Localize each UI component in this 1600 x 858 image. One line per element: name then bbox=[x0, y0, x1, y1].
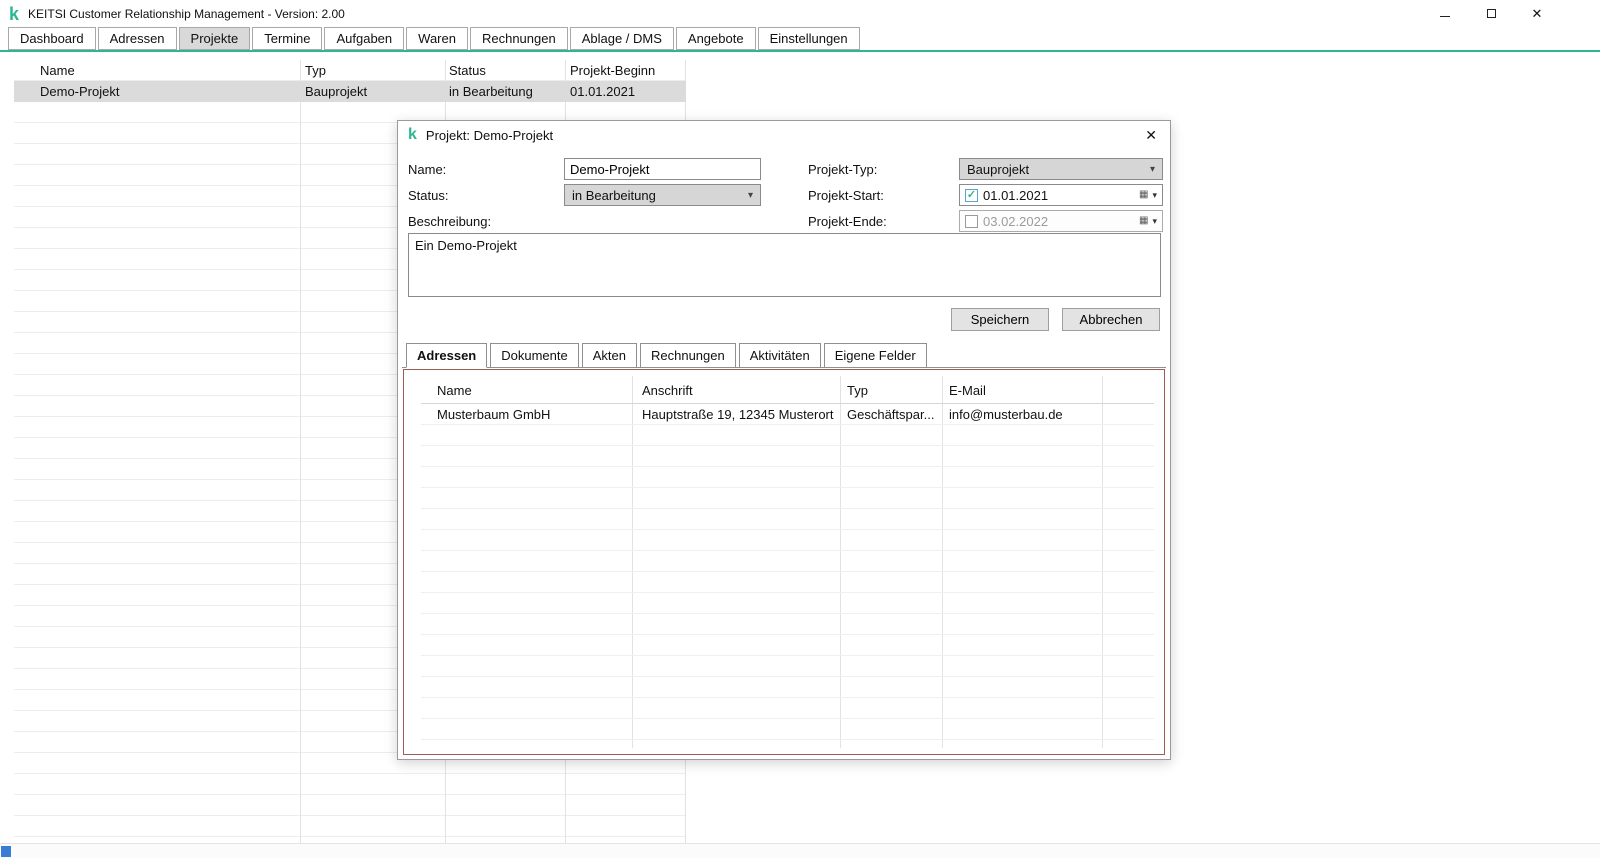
column-header-typ[interactable]: Typ bbox=[305, 63, 326, 78]
column-divider bbox=[300, 60, 301, 843]
column-header-email[interactable]: E-Mail bbox=[949, 383, 986, 398]
scrollbar-thumb[interactable] bbox=[1, 846, 11, 857]
chevron-down-icon: ▾ bbox=[1149, 163, 1155, 175]
table-row[interactable]: Musterbaum GmbH Hauptstraße 19, 12345 Mu… bbox=[421, 404, 1154, 425]
projekt-start-value: 01.01.2021 bbox=[983, 187, 1049, 203]
dialog-tabs: Adressen Dokumente Akten Rechnungen Akti… bbox=[402, 343, 1166, 368]
cell-name: Musterbaum GmbH bbox=[437, 407, 551, 422]
name-label: Name: bbox=[408, 162, 447, 177]
main-nav: Dashboard Adressen Projekte Termine Aufg… bbox=[0, 27, 1600, 50]
column-header-name[interactable]: Name bbox=[437, 383, 472, 398]
cell-status: in Bearbeitung bbox=[449, 84, 533, 99]
app-window: k KEITSI Customer Relationship Managemen… bbox=[0, 0, 1600, 858]
project-dialog: k Projekt: Demo-Projekt ✕ Name: Status: … bbox=[397, 120, 1171, 760]
projekt-start-checkbox[interactable]: ✓ bbox=[965, 188, 978, 202]
projekt-ende-value: 03.02.2022 bbox=[983, 213, 1049, 229]
minimize-button[interactable] bbox=[1422, 0, 1468, 27]
column-header-status[interactable]: Status bbox=[449, 63, 486, 78]
app-logo-icon: k bbox=[9, 3, 20, 24]
addresses-table-body: Musterbaum GmbH Hauptstraße 19, 12345 Mu… bbox=[421, 404, 1154, 748]
check-icon: ✓ bbox=[966, 188, 977, 201]
column-header-projekt-beginn[interactable]: Projekt-Beginn bbox=[570, 63, 655, 78]
dialog-tab-eigene-felder[interactable]: Eigene Felder bbox=[823, 343, 927, 368]
dialog-tab-akten[interactable]: Akten bbox=[581, 343, 637, 368]
projekt-ende-checkbox[interactable] bbox=[965, 214, 978, 228]
titlebar: k KEITSI Customer Relationship Managemen… bbox=[0, 0, 1600, 27]
status-select[interactable]: in Bearbeitung ▾ bbox=[564, 184, 761, 206]
dialog-tab-dokumente[interactable]: Dokumente bbox=[490, 343, 579, 368]
tab-termine[interactable]: Termine bbox=[252, 27, 323, 50]
dialog-logo-icon: k bbox=[408, 126, 417, 143]
cell-beginn: 01.01.2021 bbox=[570, 84, 636, 99]
tab-einstellungen[interactable]: Einstellungen bbox=[757, 27, 860, 50]
projekt-ende-datepicker[interactable]: 03.02.2022 ▦ ▾ bbox=[959, 210, 1163, 232]
projekt-ende-label: Projekt-Ende: bbox=[808, 214, 887, 229]
beschreibung-label: Beschreibung: bbox=[408, 214, 492, 229]
addresses-panel: Name Anschrift Typ E-Mail Musterbaum Gmb… bbox=[403, 369, 1165, 755]
addresses-table: Name Anschrift Typ E-Mail Musterbaum Gmb… bbox=[421, 376, 1154, 748]
tab-aufgaben[interactable]: Aufgaben bbox=[324, 27, 405, 50]
dialog-titlebar: k Projekt: Demo-Projekt ✕ bbox=[398, 121, 1170, 149]
dialog-close-button[interactable]: ✕ bbox=[1142, 128, 1160, 142]
dialog-tab-adressen[interactable]: Adressen bbox=[406, 343, 488, 368]
dialog-title: Projekt: Demo-Projekt bbox=[425, 127, 554, 143]
save-button[interactable]: Speichern bbox=[951, 308, 1049, 331]
projekt-start-datepicker[interactable]: ✓ 01.01.2021 ▦ ▾ bbox=[959, 184, 1163, 206]
close-button[interactable]: ✕ bbox=[1514, 0, 1560, 27]
status-label: Status: bbox=[408, 188, 449, 203]
dialog-tab-rechnungen[interactable]: Rechnungen bbox=[639, 343, 736, 368]
tab-angebote[interactable]: Angebote bbox=[675, 27, 756, 50]
chevron-down-icon: ▾ bbox=[1152, 215, 1157, 226]
column-header-name[interactable]: Name bbox=[40, 63, 75, 78]
projekt-typ-label: Projekt-Typ: bbox=[808, 162, 878, 177]
tab-waren[interactable]: Waren bbox=[406, 27, 468, 50]
column-header-anschrift[interactable]: Anschrift bbox=[642, 383, 693, 398]
tab-dashboard[interactable]: Dashboard bbox=[8, 27, 96, 50]
calendar-icon: ▦ bbox=[1139, 189, 1149, 200]
dialog-tab-aktivitaeten[interactable]: Aktivitäten bbox=[738, 343, 821, 368]
description-textarea[interactable]: Ein Demo-Projekt bbox=[408, 233, 1161, 297]
maximize-button[interactable] bbox=[1468, 0, 1514, 27]
addresses-table-header: Name Anschrift Typ E-Mail bbox=[421, 376, 1154, 404]
tab-ablage-dms[interactable]: Ablage / DMS bbox=[569, 27, 674, 50]
close-icon: ✕ bbox=[1531, 6, 1543, 21]
cell-anschrift: Hauptstraße 19, 12345 Musterort bbox=[642, 407, 834, 422]
cell-name: Demo-Projekt bbox=[40, 84, 120, 99]
nav-accent-line bbox=[0, 50, 1600, 52]
projekt-start-label: Projekt-Start: bbox=[808, 188, 884, 203]
calendar-icon: ▦ bbox=[1139, 215, 1149, 226]
cell-email: info@musterbau.de bbox=[949, 407, 1063, 422]
cell-typ: Geschäftspar... bbox=[847, 407, 935, 422]
datepicker-buttons[interactable]: ▦ ▾ bbox=[1139, 216, 1157, 226]
window-controls: ✕ bbox=[1422, 0, 1560, 27]
chevron-down-icon: ▾ bbox=[1152, 189, 1157, 200]
cell-typ: Bauprojekt bbox=[305, 84, 368, 99]
maximize-icon bbox=[1486, 9, 1496, 18]
table-row[interactable]: Demo-Projekt Bauprojekt in Bearbeitung 0… bbox=[14, 81, 686, 102]
tab-rechnungen[interactable]: Rechnungen bbox=[469, 27, 568, 50]
tab-projekte[interactable]: Projekte bbox=[178, 27, 251, 50]
horizontal-scrollbar[interactable] bbox=[0, 843, 1600, 858]
status-select-value: in Bearbeitung bbox=[572, 187, 656, 203]
tab-adressen[interactable]: Adressen bbox=[97, 27, 177, 50]
datepicker-buttons[interactable]: ▦ ▾ bbox=[1139, 190, 1157, 200]
projekt-typ-select-value: Bauprojekt bbox=[967, 161, 1030, 177]
minimize-icon bbox=[1440, 16, 1450, 17]
window-title: KEITSI Customer Relationship Management … bbox=[28, 6, 345, 21]
cancel-button[interactable]: Abbrechen bbox=[1062, 308, 1160, 331]
name-input[interactable] bbox=[564, 158, 761, 180]
column-header-typ[interactable]: Typ bbox=[847, 383, 868, 398]
chevron-down-icon: ▾ bbox=[747, 189, 753, 201]
projekt-typ-select[interactable]: Bauprojekt ▾ bbox=[959, 158, 1163, 180]
